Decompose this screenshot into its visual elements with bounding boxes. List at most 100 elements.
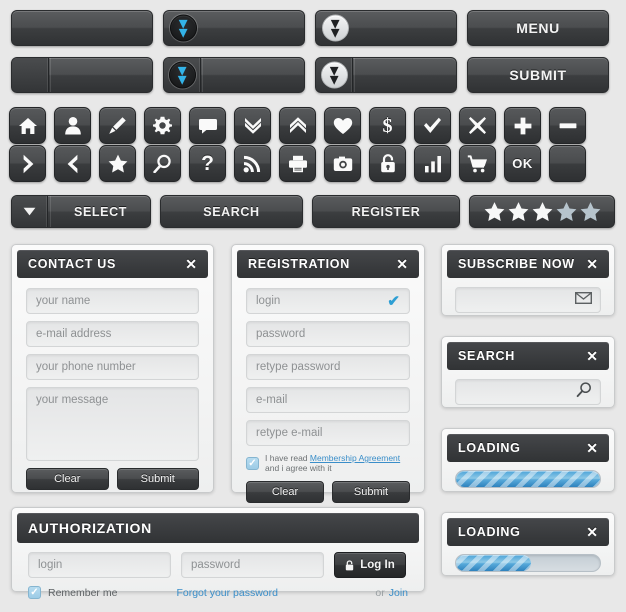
star-icon-filled[interactable] [508,201,529,222]
select-dropdown-handle[interactable] [12,196,48,227]
ok-button[interactable]: OK [504,145,541,182]
home-icon-button[interactable] [9,107,46,144]
star-icon-button[interactable] [99,145,136,182]
remember-me-label: Remember me [48,586,118,599]
close-icon[interactable]: ✕ [586,441,598,455]
split-body[interactable] [50,58,152,92]
plain-button[interactable] [11,10,153,46]
double-chevron-up-icon-button[interactable] [279,107,316,144]
close-icon[interactable]: ✕ [586,257,598,271]
close-x-icon [469,117,486,134]
agreement-row: ✓ I have read Membership Agreement and i… [246,453,410,473]
split-body[interactable] [354,58,456,92]
login-input[interactable]: login [28,552,171,578]
membership-agreement-link[interactable]: Membership Agreement [310,453,400,463]
password-input[interactable]: password [181,552,324,578]
blank-icon-button[interactable] [549,145,586,182]
split-handle[interactable] [12,58,49,92]
star-icon-filled[interactable] [532,201,553,222]
camera-icon [333,156,352,171]
printer-icon-button[interactable] [279,145,316,182]
chat-bubble-icon [198,119,217,134]
split-handle[interactable]: ▼ ▼ [164,58,201,92]
login-placeholder: login [38,559,63,571]
menu-button[interactable]: MENU [467,10,609,46]
search-icon-button[interactable] [144,145,181,182]
submit-button[interactable]: Submit [116,468,199,490]
registration-buttons: Clear Submit [246,481,410,503]
name-input[interactable]: your name [26,288,199,314]
select-button[interactable]: SELECT [11,195,151,228]
camera-icon-button[interactable] [324,145,361,182]
register-button[interactable]: REGISTER [312,195,460,228]
split-chevron-light-button[interactable]: ▼ ▼ [315,57,457,93]
submit-button[interactable]: SUBMIT [467,57,609,93]
close-icon[interactable]: ✕ [586,525,598,539]
pencil-icon-button[interactable] [99,107,136,144]
question-mark-icon-button[interactable]: ? [189,145,226,182]
envelope-icon[interactable] [574,291,593,309]
rss-icon-button[interactable] [234,145,271,182]
heart-icon [333,117,352,134]
user-icon-button[interactable] [54,107,91,144]
dollar-icon-button[interactable]: $ [369,107,406,144]
split-plain-button[interactable] [11,57,153,93]
log-in-button-label: Log In [360,559,395,571]
message-placeholder: your message [36,394,109,406]
lock-icon-button[interactable] [369,145,406,182]
login-input[interactable]: login ✔ [246,288,410,314]
agreement-checkbox[interactable]: ✓ [246,456,259,470]
minus-icon [559,122,576,128]
registration-body: login ✔ password retype password e-mail … [237,278,419,512]
log-in-button[interactable]: Log In [334,552,406,578]
forgot-password-link[interactable]: Forgot your password [176,587,278,599]
chevron-right-icon-button[interactable] [9,145,46,182]
remember-me-checkbox[interactable]: ✓ [28,586,41,599]
star-rating[interactable] [484,201,601,222]
star-icon-empty[interactable] [580,201,601,222]
shopping-cart-icon-button[interactable] [459,145,496,182]
menu-button-label: MENU [516,20,560,36]
heart-icon-button[interactable] [324,107,361,144]
retype-email-input[interactable]: retype e-mail [246,420,410,446]
message-textarea[interactable]: your message [26,387,199,461]
password-input[interactable]: password [246,321,410,347]
bar-chart-icon-button[interactable] [414,145,451,182]
split-chevron-blue-button[interactable]: ▼ ▼ [163,57,305,93]
chevron-left-icon-button[interactable] [54,145,91,182]
close-x-icon-button[interactable] [459,107,496,144]
retype-password-placeholder: retype password [256,361,341,373]
email-input[interactable]: e-mail address [26,321,199,347]
chat-bubble-icon-button[interactable] [189,107,226,144]
double-chevron-down-icon-button[interactable] [234,107,271,144]
check-icon-button[interactable] [414,107,451,144]
minus-icon-button[interactable] [549,107,586,144]
plus-icon-button[interactable] [504,107,541,144]
magnifier-icon[interactable] [576,382,592,403]
close-icon[interactable]: ✕ [586,349,598,363]
submit-button[interactable]: Submit [332,481,410,503]
clear-button[interactable]: Clear [246,481,324,503]
split-body[interactable] [202,58,304,92]
search-button[interactable]: SEARCH [160,195,303,228]
user-icon [64,117,81,135]
chevron-light-button[interactable]: ▼ ▼ [315,10,457,46]
email-input[interactable]: e-mail [246,387,410,413]
clear-button[interactable]: Clear [26,468,109,490]
rating-widget[interactable] [469,195,615,228]
search-input[interactable] [455,379,601,405]
authorization-title: AUTHORIZATION [28,520,152,536]
subscribe-email-input[interactable] [455,287,601,313]
gear-icon-button[interactable] [144,107,181,144]
star-icon-filled[interactable] [484,201,505,222]
double-chevron-up-icon [289,117,306,133]
close-icon[interactable]: ✕ [185,257,197,271]
split-handle[interactable]: ▼ ▼ [316,58,353,92]
close-icon[interactable]: ✕ [396,257,408,271]
chevron-blue-button[interactable]: ▼ ▼ [163,10,305,46]
join-link[interactable]: Join [389,587,408,599]
star-icon-empty[interactable] [556,201,577,222]
retype-email-placeholder: retype e-mail [256,427,323,439]
phone-input[interactable]: your phone number [26,354,199,380]
retype-password-input[interactable]: retype password [246,354,410,380]
